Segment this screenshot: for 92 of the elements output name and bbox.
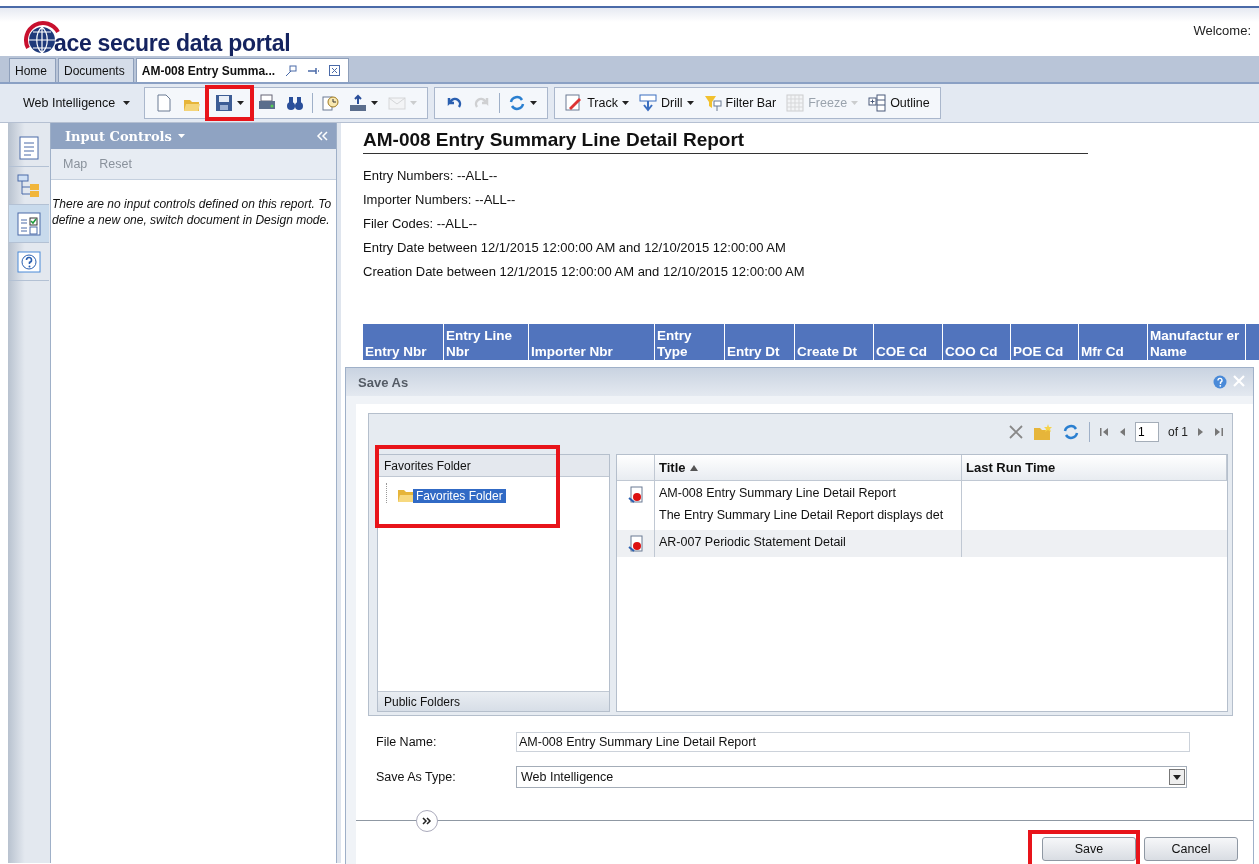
column-header: Importer Nbr — [529, 324, 655, 360]
new-folder-icon — [1033, 423, 1053, 441]
expand-button[interactable] — [416, 810, 438, 832]
filter-line: Filer Codes: --ALL-- — [363, 216, 479, 232]
field-label: Save As Type: — [376, 770, 457, 784]
column-header: Entry Line Nbr — [444, 324, 529, 360]
next-page-icon — [1197, 427, 1205, 437]
binoculars-icon — [286, 94, 305, 112]
column-header: POE Cd — [1011, 324, 1079, 360]
page-count: of 1 — [1168, 425, 1188, 439]
caret-icon — [371, 101, 379, 105]
export-icon — [349, 94, 368, 112]
help-icon — [1213, 375, 1227, 389]
application-menu[interactable]: Web Intelligence — [15, 96, 139, 110]
welcome-text: Welcome: — [1193, 22, 1251, 38]
caret-icon — [410, 101, 418, 105]
type-select[interactable]: Web Intelligence — [516, 766, 1187, 788]
checklist-icon — [16, 210, 42, 237]
caret-icon — [530, 101, 538, 105]
new-document-icon — [155, 94, 174, 112]
column-header: COE Cd — [874, 324, 943, 360]
print-icon — [258, 94, 277, 112]
tree-header: Favorites Folder — [378, 455, 609, 477]
caret-icon — [622, 101, 629, 105]
dialog-button[interactable]: Save — [1042, 837, 1136, 861]
last-page-icon — [1214, 427, 1224, 437]
column-header: Entry Nbr — [363, 324, 444, 360]
first-page-icon — [1099, 427, 1109, 437]
document-tab[interactable]: Documents — [58, 58, 134, 82]
document-tab[interactable]: Home — [9, 58, 56, 82]
portal-logo-text: ace secure data portal — [54, 30, 291, 56]
caret-icon — [177, 134, 185, 138]
document-tab[interactable]: AM-008 Entry Summa... — [135, 58, 350, 82]
column-header: Entry Dt — [725, 324, 795, 360]
toolbar-button[interactable]: Track — [563, 91, 631, 115]
report-document-icon — [627, 486, 644, 504]
public-folders-tab[interactable]: Public Folders — [378, 691, 609, 711]
filter-line: Entry Date between 12/1/2015 12:00:00 AM and 12/10/2015 12:00:00 AM — [363, 240, 787, 256]
report-document-icon — [627, 535, 644, 553]
caret-icon — [123, 101, 131, 105]
field-label: File Name: — [376, 735, 438, 749]
refresh-icon — [508, 94, 527, 112]
save-icon — [215, 94, 234, 112]
caret-icon — [686, 101, 694, 105]
drill-down-icon — [639, 94, 657, 112]
page-number-field[interactable]: 1 — [1135, 422, 1159, 442]
file-name-field[interactable]: AM-008 Entry Summary Line Detail Report — [516, 732, 1190, 752]
document-description: The Entry Summary Line Detail Report displays det — [659, 508, 945, 522]
collapse-icon — [316, 131, 328, 141]
dialog-button[interactable]: Cancel — [1144, 837, 1238, 861]
filter-line: Creation Date between 12/1/2015 12:00:00 AM and 12/10/2015 12:00:00 AM — [363, 264, 806, 280]
previous-page-icon — [1118, 427, 1126, 437]
folder-tree-item[interactable]: Favorites Folder — [386, 483, 506, 503]
grid-icon — [786, 94, 805, 112]
empty-message: There are no input controls defined on this report. To define a new one, switch document in Design mode. — [52, 196, 332, 228]
caret-icon — [851, 101, 859, 105]
double-chevron-icon — [422, 817, 432, 825]
document-icon — [16, 134, 42, 161]
close-icon — [329, 65, 341, 76]
document-row[interactable]: AR-007 Periodic Statement Detail — [617, 530, 1227, 557]
refresh-icon — [1062, 423, 1080, 441]
toolbar-button[interactable]: Drill — [637, 91, 696, 115]
column-header: Entry Type — [655, 324, 725, 360]
report-title: AM-008 Entry Summary Line Detail Report — [363, 129, 1088, 154]
toolbar-button[interactable]: Filter Bar — [701, 91, 779, 115]
dialog-title: Save As — [358, 374, 409, 390]
envelope-icon — [388, 94, 407, 112]
filter-line: Importer Numbers: --ALL-- — [363, 192, 517, 208]
close-icon — [1233, 375, 1245, 387]
outline-icon — [868, 94, 887, 112]
document-title: AM-008 Entry Summary Line Detail Report — [659, 486, 897, 500]
help-icon — [16, 248, 42, 275]
edit-document-icon — [565, 94, 584, 112]
filter-line: Entry Numbers: --ALL-- — [363, 168, 499, 184]
tree-icon — [16, 172, 42, 199]
restore-icon — [285, 64, 298, 77]
funnel-icon — [703, 94, 722, 112]
column-header[interactable]: Last Run Time — [962, 455, 1227, 480]
sort-ascending-icon — [689, 464, 698, 471]
toolbar-button[interactable]: Outline — [866, 91, 932, 115]
caret-icon — [237, 101, 245, 105]
history-icon — [321, 94, 340, 112]
column-header: Manufactur er Name — [1148, 324, 1246, 360]
column-header[interactable]: Title — [655, 455, 962, 480]
document-title: AR-007 Periodic Statement Detail — [659, 535, 847, 549]
column-header: Create Dt — [795, 324, 874, 360]
dropdown-icon — [1169, 769, 1185, 785]
sidebar-button[interactable] — [9, 205, 49, 243]
delete-icon — [1008, 424, 1024, 440]
column-header: Mfr Cd — [1079, 324, 1148, 360]
column-header: COO Cd — [943, 324, 1011, 360]
folder-label: Favorites Folder — [413, 489, 506, 503]
